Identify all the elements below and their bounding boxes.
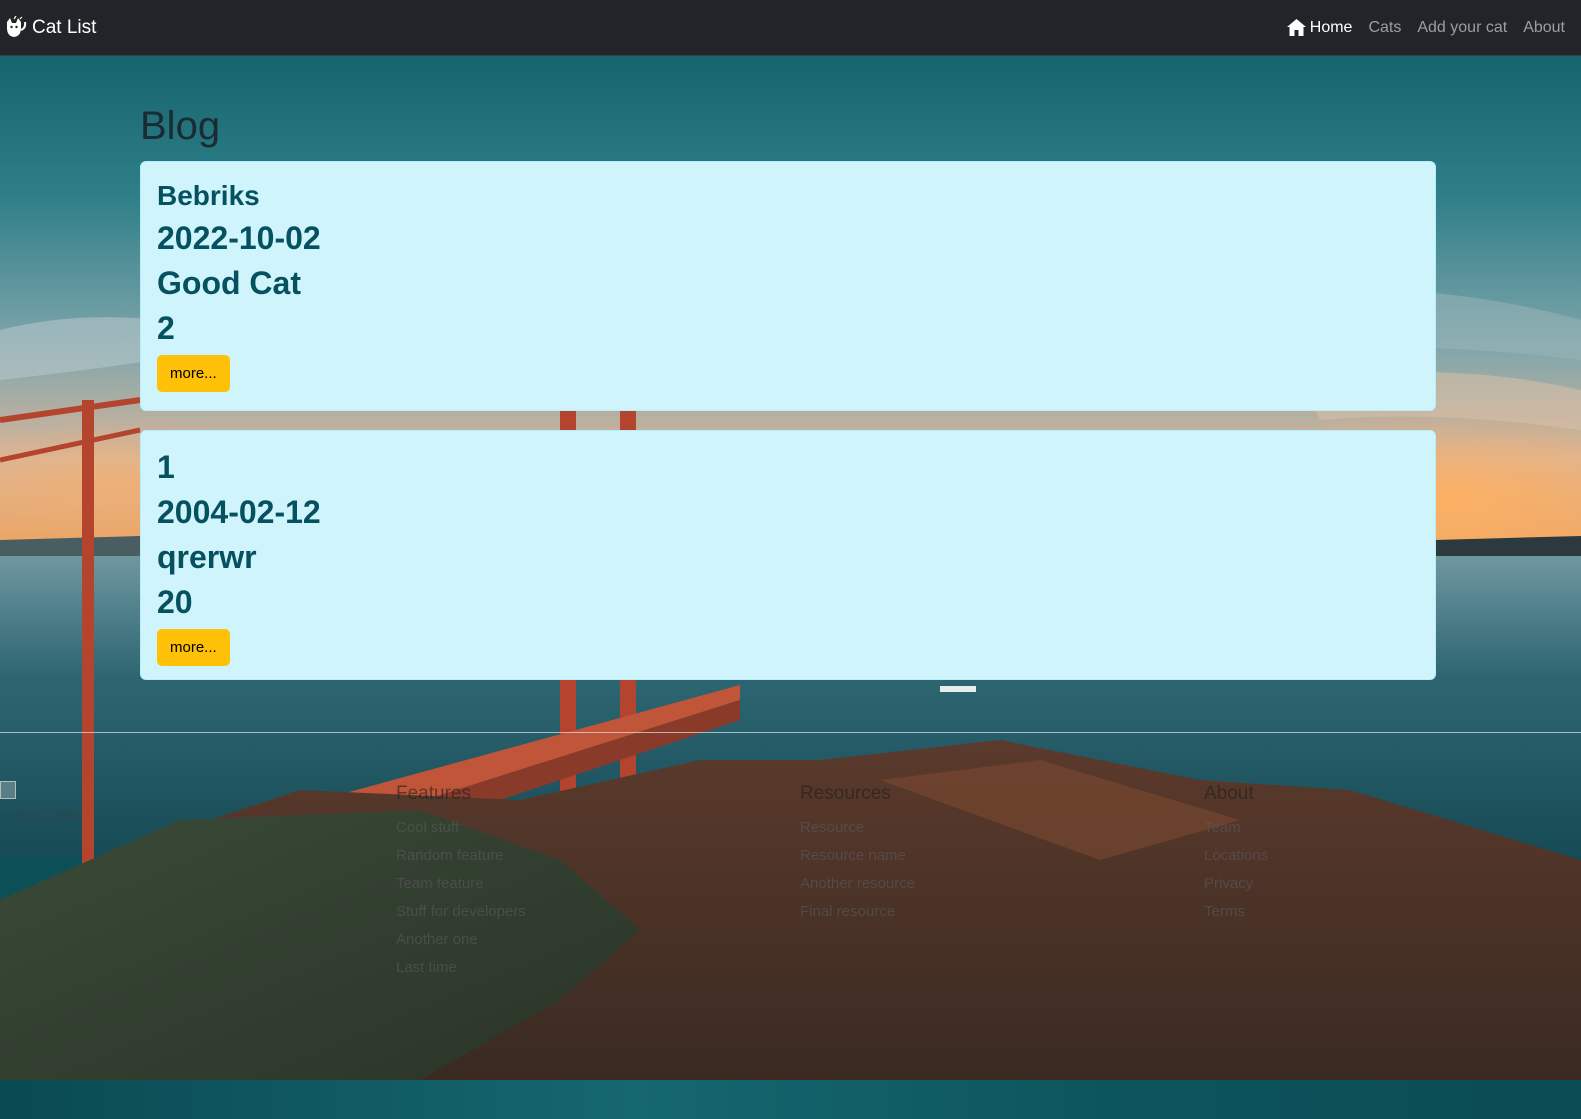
- footer-divider: [0, 732, 1581, 733]
- page-bottom-background: [0, 1080, 1581, 1119]
- more-button[interactable]: more...: [157, 355, 230, 392]
- footer-link[interactable]: Locations: [1204, 842, 1268, 870]
- nav-add-cat-link[interactable]: Add your cat: [1417, 19, 1507, 37]
- footer-column-features: Features Cool stuff Random feature Team …: [396, 782, 526, 982]
- footer-column-about: About Team Locations Privacy Terms: [1204, 782, 1268, 926]
- house-icon: [1286, 19, 1306, 36]
- post-count: 2: [157, 310, 175, 346]
- footer-link[interactable]: Privacy: [1204, 870, 1268, 898]
- blog-post-card: Bebriks 2022-10-02 Good Cat 2 more...: [140, 161, 1436, 411]
- footer-link[interactable]: Terms: [1204, 898, 1268, 926]
- post-title: Good Cat: [157, 265, 301, 301]
- footer-link[interactable]: Random feature: [396, 842, 526, 870]
- page-title: Blog: [140, 104, 221, 148]
- footer-link[interactable]: Another resource: [800, 870, 915, 898]
- post-date: 2022-10-02: [157, 220, 321, 256]
- post-date: 2004-02-12: [157, 494, 321, 530]
- footer-copyright: © 2017–2022: [2, 808, 81, 823]
- post-title: qrerwr: [157, 539, 257, 575]
- footer-heading: Features: [396, 783, 471, 804]
- footer-link[interactable]: Team: [1204, 814, 1268, 842]
- broken-image-icon: [0, 781, 16, 799]
- nav-links: Home Cats Add your cat About: [1286, 18, 1565, 37]
- post-cat-name: Bebriks: [157, 180, 260, 211]
- post-cat-name: 1: [157, 449, 175, 485]
- nav-home-label: Home: [1309, 18, 1353, 36]
- nav-cats-link[interactable]: Cats: [1368, 19, 1401, 37]
- blog-post-card: 1 2004-02-12 qrerwr 20 more...: [140, 430, 1436, 680]
- post-count: 20: [157, 584, 193, 620]
- footer-link[interactable]: Another one: [396, 926, 526, 954]
- more-button[interactable]: more...: [157, 629, 230, 666]
- footer-column-resources: Resources Resource Resource name Another…: [800, 782, 915, 926]
- footer-link[interactable]: Team feature: [396, 870, 526, 898]
- footer-heading: About: [1204, 783, 1254, 804]
- footer-link[interactable]: Cool stuff: [396, 814, 526, 842]
- brand-link[interactable]: Cat List: [5, 15, 97, 40]
- footer-heading: Resources: [800, 783, 891, 804]
- nav-about-link[interactable]: About: [1523, 19, 1565, 37]
- footer-link[interactable]: Final resource: [800, 898, 915, 926]
- top-navbar: Cat List Home Cats Add your cat About: [0, 0, 1581, 56]
- footer-link[interactable]: Stuff for developers: [396, 898, 526, 926]
- nav-home-link[interactable]: Home: [1286, 18, 1353, 37]
- brand-name: Cat List: [32, 16, 97, 38]
- footer-link[interactable]: Resource name: [800, 842, 915, 870]
- cat-icon: [5, 15, 27, 40]
- footer-link[interactable]: Resource: [800, 814, 915, 842]
- footer-link[interactable]: Last time: [396, 954, 526, 982]
